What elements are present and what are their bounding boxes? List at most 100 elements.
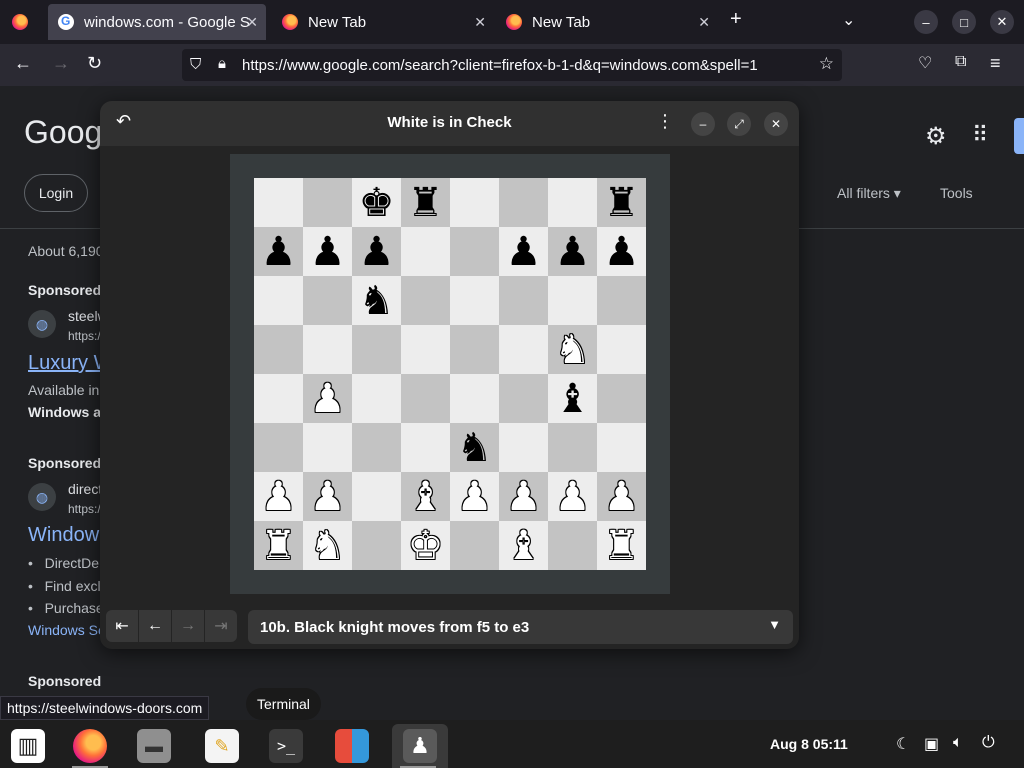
board-square[interactable]: ♟: [597, 472, 646, 521]
board-square[interactable]: ♚: [401, 521, 450, 570]
tab-new-tab-2[interactable]: New Tab ✕: [496, 4, 718, 40]
google-logo[interactable]: Googl: [24, 114, 109, 151]
board-square[interactable]: ♜: [597, 521, 646, 570]
tab-google-search[interactable]: windows.com - Google S ✕: [48, 4, 266, 40]
board-square[interactable]: [548, 276, 597, 325]
url-text[interactable]: https://www.google.com/search?client=fir…: [242, 57, 802, 74]
taskbar-terminal[interactable]: >_: [260, 724, 312, 768]
board-square[interactable]: [450, 325, 499, 374]
board-square[interactable]: [450, 374, 499, 423]
apps-grid-icon[interactable]: ⠿: [972, 122, 988, 148]
board-square[interactable]: [401, 374, 450, 423]
board-square[interactable]: [499, 325, 548, 374]
board-square[interactable]: [303, 423, 352, 472]
board-square[interactable]: ♟: [254, 472, 303, 521]
login-chip[interactable]: Login: [24, 174, 88, 212]
taskbar-files[interactable]: ▬: [128, 724, 180, 768]
ad-title-link[interactable]: Window: [28, 524, 99, 547]
board-square[interactable]: [597, 374, 646, 423]
minimize-icon[interactable]: –: [914, 10, 938, 34]
board-square[interactable]: [499, 374, 548, 423]
black-rook-icon[interactable]: ♜: [408, 183, 444, 223]
board-square[interactable]: [401, 276, 450, 325]
pocket-icon[interactable]: ♡: [918, 53, 932, 73]
board-square[interactable]: ♟: [254, 227, 303, 276]
ad-site-name[interactable]: direct: [68, 481, 102, 497]
chess-board[interactable]: ♚ ♜ ♜ ♟ ♟ ♟ ♟ ♟ ♟ ♞ ♞ ♟ ♝ ♞ ♟ ♟ ♝ ♟ ♟ ♟ ♟ ♜ ♞ ♚ ♝ ♜: [254, 178, 646, 570]
board-square[interactable]: [450, 276, 499, 325]
taskbar-chess[interactable]: ♟: [392, 724, 448, 768]
ad-site-url[interactable]: https:/: [68, 502, 101, 516]
black-pawn-icon[interactable]: ♟: [359, 232, 395, 272]
board-square[interactable]: [254, 178, 303, 227]
board-square[interactable]: ♜: [254, 521, 303, 570]
sign-in-button[interactable]: [1014, 118, 1024, 154]
board-square[interactable]: [450, 178, 499, 227]
board-square[interactable]: [254, 276, 303, 325]
board-square[interactable]: [352, 521, 401, 570]
board-square[interactable]: ♟: [303, 472, 352, 521]
white-pawn-icon[interactable]: ♟: [261, 477, 297, 517]
board-square[interactable]: [303, 325, 352, 374]
board-square[interactable]: ♟: [597, 227, 646, 276]
lock-icon[interactable]: 🔒︎: [218, 55, 226, 72]
app-menu-icon[interactable]: ≡: [990, 53, 1001, 74]
settings-gear-icon[interactable]: ⚙: [925, 122, 947, 151]
black-knight-icon[interactable]: ♞: [457, 428, 493, 468]
black-pawn-icon[interactable]: ♟: [310, 232, 346, 272]
board-square[interactable]: [597, 325, 646, 374]
white-bishop-icon[interactable]: ♝: [408, 477, 444, 517]
board-square[interactable]: [352, 374, 401, 423]
board-square[interactable]: [401, 227, 450, 276]
white-pawn-icon[interactable]: ♟: [310, 477, 346, 517]
black-knight-icon[interactable]: ♞: [359, 281, 395, 321]
board-square[interactable]: ♟: [499, 227, 548, 276]
board-square[interactable]: [499, 178, 548, 227]
black-pawn-icon[interactable]: ♟: [506, 232, 542, 272]
board-square[interactable]: [401, 325, 450, 374]
ad-sitelink[interactable]: Windows Se: [28, 622, 106, 638]
shield-icon[interactable]: ⛉: [190, 56, 201, 73]
close-icon[interactable]: ✕: [474, 14, 486, 31]
board-square[interactable]: ♝: [401, 472, 450, 521]
minimize-icon[interactable]: –: [691, 112, 715, 136]
board-square[interactable]: ♟: [548, 227, 597, 276]
network-icon[interactable]: ▣: [924, 734, 939, 754]
forward-arrow-icon[interactable]: →: [52, 53, 70, 74]
reload-icon[interactable]: ↻: [87, 53, 102, 74]
board-square[interactable]: ♞: [548, 325, 597, 374]
previous-move-icon[interactable]: ←: [139, 610, 171, 642]
back-arrow-icon[interactable]: ←: [14, 53, 32, 74]
tab-new-tab-1[interactable]: New Tab ✕: [272, 4, 494, 40]
white-knight-icon[interactable]: ♞: [555, 330, 591, 370]
white-pawn-icon[interactable]: ♟: [506, 477, 542, 517]
board-square[interactable]: [548, 423, 597, 472]
board-square[interactable]: ♚: [352, 178, 401, 227]
black-pawn-icon[interactable]: ♟: [261, 232, 297, 272]
clock[interactable]: Aug 8 05:11: [770, 736, 848, 752]
black-rook-icon[interactable]: ♜: [604, 183, 640, 223]
board-square[interactable]: [450, 227, 499, 276]
board-square[interactable]: [254, 374, 303, 423]
board-square[interactable]: ♝: [499, 521, 548, 570]
all-filters-button[interactable]: All filters ▾: [837, 185, 901, 202]
white-pawn-icon[interactable]: ♟: [457, 477, 493, 517]
extensions-icon[interactable]: ⧉: [955, 53, 966, 71]
firefox-menu-icon[interactable]: [12, 14, 28, 30]
board-square[interactable]: ♞: [303, 521, 352, 570]
board-square[interactable]: ♜: [401, 178, 450, 227]
board-square[interactable]: [597, 276, 646, 325]
white-rook-icon[interactable]: ♜: [604, 526, 640, 566]
taskbar-software-center[interactable]: [326, 724, 378, 768]
board-square[interactable]: [352, 325, 401, 374]
black-pawn-icon[interactable]: ♟: [604, 232, 640, 272]
board-square[interactable]: ♝: [548, 374, 597, 423]
board-square[interactable]: [254, 325, 303, 374]
board-square[interactable]: ♜: [597, 178, 646, 227]
white-knight-icon[interactable]: ♞: [310, 526, 346, 566]
maximize-icon[interactable]: ⤢: [727, 112, 751, 136]
app-launcher-button[interactable]: ▥: [2, 724, 54, 768]
close-icon[interactable]: ✕: [698, 14, 710, 31]
url-bar[interactable]: ⛉ 🔒︎ https://www.google.com/search?clien…: [182, 49, 842, 81]
board-square[interactable]: ♟: [303, 227, 352, 276]
